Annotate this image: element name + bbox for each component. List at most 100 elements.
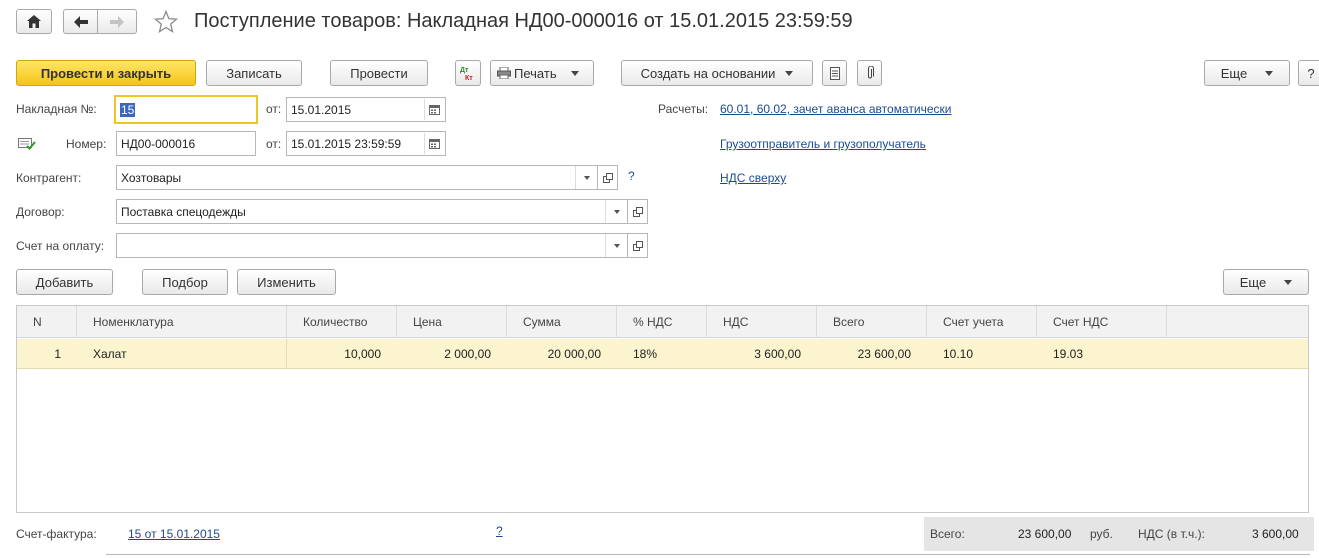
col-vat[interactable]: НДС bbox=[707, 306, 817, 338]
table-row[interactable]: 1 Халат 10,000 2 000,00 20 000,00 18% 3 … bbox=[17, 339, 1308, 369]
counterparty-input[interactable]: Хозтовары bbox=[116, 165, 598, 190]
debit-credit-icon: Дт Кт bbox=[460, 67, 473, 81]
counterparty-value: Хозтовары bbox=[121, 170, 182, 185]
contract-input[interactable]: Поставка спецодежды bbox=[116, 199, 628, 224]
invoice-number-value: 15 bbox=[120, 102, 136, 117]
number-date-value: 15.01.2015 23:59:59 bbox=[291, 136, 402, 151]
cell-n: 1 bbox=[54, 347, 61, 361]
number-date-input[interactable]: 15.01.2015 23:59:59 bbox=[286, 131, 446, 156]
number-date-label: от: bbox=[266, 137, 282, 151]
print-dropdown-button[interactable]: Печать bbox=[490, 60, 594, 86]
col-vat-rate[interactable]: % НДС bbox=[617, 306, 707, 338]
back-button[interactable] bbox=[63, 9, 98, 34]
col-vat-account[interactable]: Счет НДС bbox=[1037, 306, 1167, 338]
favorite-star-icon[interactable] bbox=[153, 9, 179, 34]
forward-button[interactable] bbox=[97, 9, 137, 34]
cell-vat: 3 600,00 bbox=[754, 347, 801, 361]
home-button[interactable] bbox=[16, 9, 52, 34]
cell-nomenclature: Халат bbox=[77, 339, 287, 369]
shipper-consignee-link[interactable]: Грузоотправитель и грузополучатель bbox=[720, 137, 926, 151]
print-label: Печать bbox=[514, 65, 557, 81]
cell-vat-account: 19.03 bbox=[1053, 347, 1084, 361]
dt-kt-button[interactable]: Дт Кт bbox=[455, 60, 481, 86]
footer-help-link[interactable]: ? bbox=[496, 524, 503, 538]
settlements-link[interactable]: 60.01, 60.02, зачет аванса автоматически bbox=[720, 102, 951, 116]
goods-table[interactable]: N Номенклатура Количество Цена Сумма % Н… bbox=[16, 305, 1309, 513]
document-report-button[interactable] bbox=[822, 60, 847, 86]
invoice-number-label: Накладная №: bbox=[16, 102, 97, 116]
calendar-icon[interactable] bbox=[424, 133, 444, 154]
save-button[interactable]: Записать bbox=[206, 60, 302, 86]
arrow-left-icon bbox=[73, 15, 88, 28]
cell-price: 2 000,00 bbox=[444, 347, 491, 361]
number-value: НД00-000016 bbox=[121, 136, 196, 151]
document-status-icon bbox=[18, 138, 36, 153]
col-price[interactable]: Цена bbox=[397, 306, 507, 338]
home-icon bbox=[27, 15, 41, 28]
col-nomenclature[interactable]: Номенклатура bbox=[77, 306, 287, 338]
invoice-number-input[interactable]: 15 bbox=[114, 95, 258, 124]
create-based-on-button[interactable]: Создать на основании bbox=[621, 60, 813, 86]
svg-text:Дт: Дт bbox=[460, 67, 469, 74]
invoice-footer-link[interactable]: 15 от 15.01.2015 bbox=[128, 527, 220, 541]
attach-button[interactable] bbox=[857, 60, 882, 86]
totals-panel: Всего: 23 600,00 руб. НДС (в т.ч.): 3 60… bbox=[924, 517, 1314, 551]
cell-account: 10.10 bbox=[943, 347, 974, 361]
table-header: N Номенклатура Количество Цена Сумма % Н… bbox=[17, 306, 1308, 338]
post-button[interactable]: Провести bbox=[330, 60, 428, 86]
cell-sum: 20 000,00 bbox=[547, 347, 601, 361]
change-button[interactable]: Изменить bbox=[237, 269, 336, 295]
help-button[interactable]: ? bbox=[1298, 60, 1319, 86]
contract-open-button[interactable] bbox=[627, 199, 648, 224]
open-window-icon bbox=[602, 172, 613, 183]
chevron-down-icon bbox=[785, 70, 794, 76]
contract-label: Договор: bbox=[16, 205, 65, 219]
total-label: Всего: bbox=[930, 527, 965, 541]
chevron-down-icon bbox=[1265, 70, 1274, 76]
counterparty-label: Контрагент: bbox=[16, 171, 82, 185]
paperclip-icon bbox=[867, 66, 874, 79]
total-value: 23 600,00 bbox=[1018, 527, 1072, 541]
col-total[interactable]: Всего bbox=[817, 306, 927, 338]
payment-open-button[interactable] bbox=[627, 233, 648, 258]
more-label: Еще bbox=[1220, 65, 1248, 81]
chevron-down-icon[interactable] bbox=[575, 166, 597, 189]
table-more-label: Еще bbox=[1239, 274, 1267, 290]
invoice-date-value: 15.01.2015 bbox=[291, 102, 352, 117]
chevron-down-icon[interactable] bbox=[605, 200, 627, 223]
page-title: Поступление товаров: Накладная НД00-0000… bbox=[194, 10, 853, 32]
pick-button[interactable]: Подбор bbox=[142, 269, 228, 295]
col-account[interactable]: Счет учета bbox=[927, 306, 1037, 338]
number-label: Номер: bbox=[66, 137, 107, 151]
currency-label: руб. bbox=[1090, 527, 1113, 541]
counterparty-open-button[interactable] bbox=[597, 165, 618, 190]
open-window-icon bbox=[632, 240, 643, 251]
invoice-date-label: от: bbox=[266, 102, 282, 116]
calendar-icon[interactable] bbox=[424, 99, 444, 120]
invoice-footer-label: Счет-фактура: bbox=[16, 527, 97, 541]
col-sum[interactable]: Сумма bbox=[507, 306, 617, 338]
chevron-down-icon bbox=[570, 70, 579, 76]
create-based-label: Создать на основании bbox=[640, 65, 776, 81]
open-window-icon bbox=[632, 206, 643, 217]
cell-vat-rate: 18% bbox=[633, 347, 658, 361]
printer-icon bbox=[497, 67, 511, 79]
invoice-date-input[interactable]: 15.01.2015 bbox=[286, 97, 446, 122]
vat-total-label: НДС (в т.ч.): bbox=[1138, 527, 1205, 541]
number-input[interactable]: НД00-000016 bbox=[116, 131, 256, 156]
more-button[interactable]: Еще bbox=[1204, 60, 1290, 86]
payment-invoice-input[interactable] bbox=[116, 233, 628, 258]
cell-quantity: 10,000 bbox=[344, 347, 381, 361]
chevron-down-icon[interactable] bbox=[605, 234, 627, 257]
table-more-button[interactable]: Еще bbox=[1223, 269, 1309, 295]
counterparty-help-link[interactable]: ? bbox=[628, 169, 635, 183]
post-and-close-button[interactable]: Провести и закрыть bbox=[16, 60, 196, 86]
payment-invoice-label: Счет на оплату: bbox=[16, 239, 105, 253]
col-n[interactable]: N bbox=[17, 306, 77, 338]
col-quantity[interactable]: Количество bbox=[287, 306, 397, 338]
vat-on-top-link[interactable]: НДС сверху bbox=[720, 171, 786, 185]
cell-total: 23 600,00 bbox=[857, 347, 911, 361]
svg-text:Кт: Кт bbox=[465, 75, 473, 81]
add-row-button[interactable]: Добавить bbox=[16, 269, 113, 295]
arrow-right-icon bbox=[110, 15, 124, 28]
